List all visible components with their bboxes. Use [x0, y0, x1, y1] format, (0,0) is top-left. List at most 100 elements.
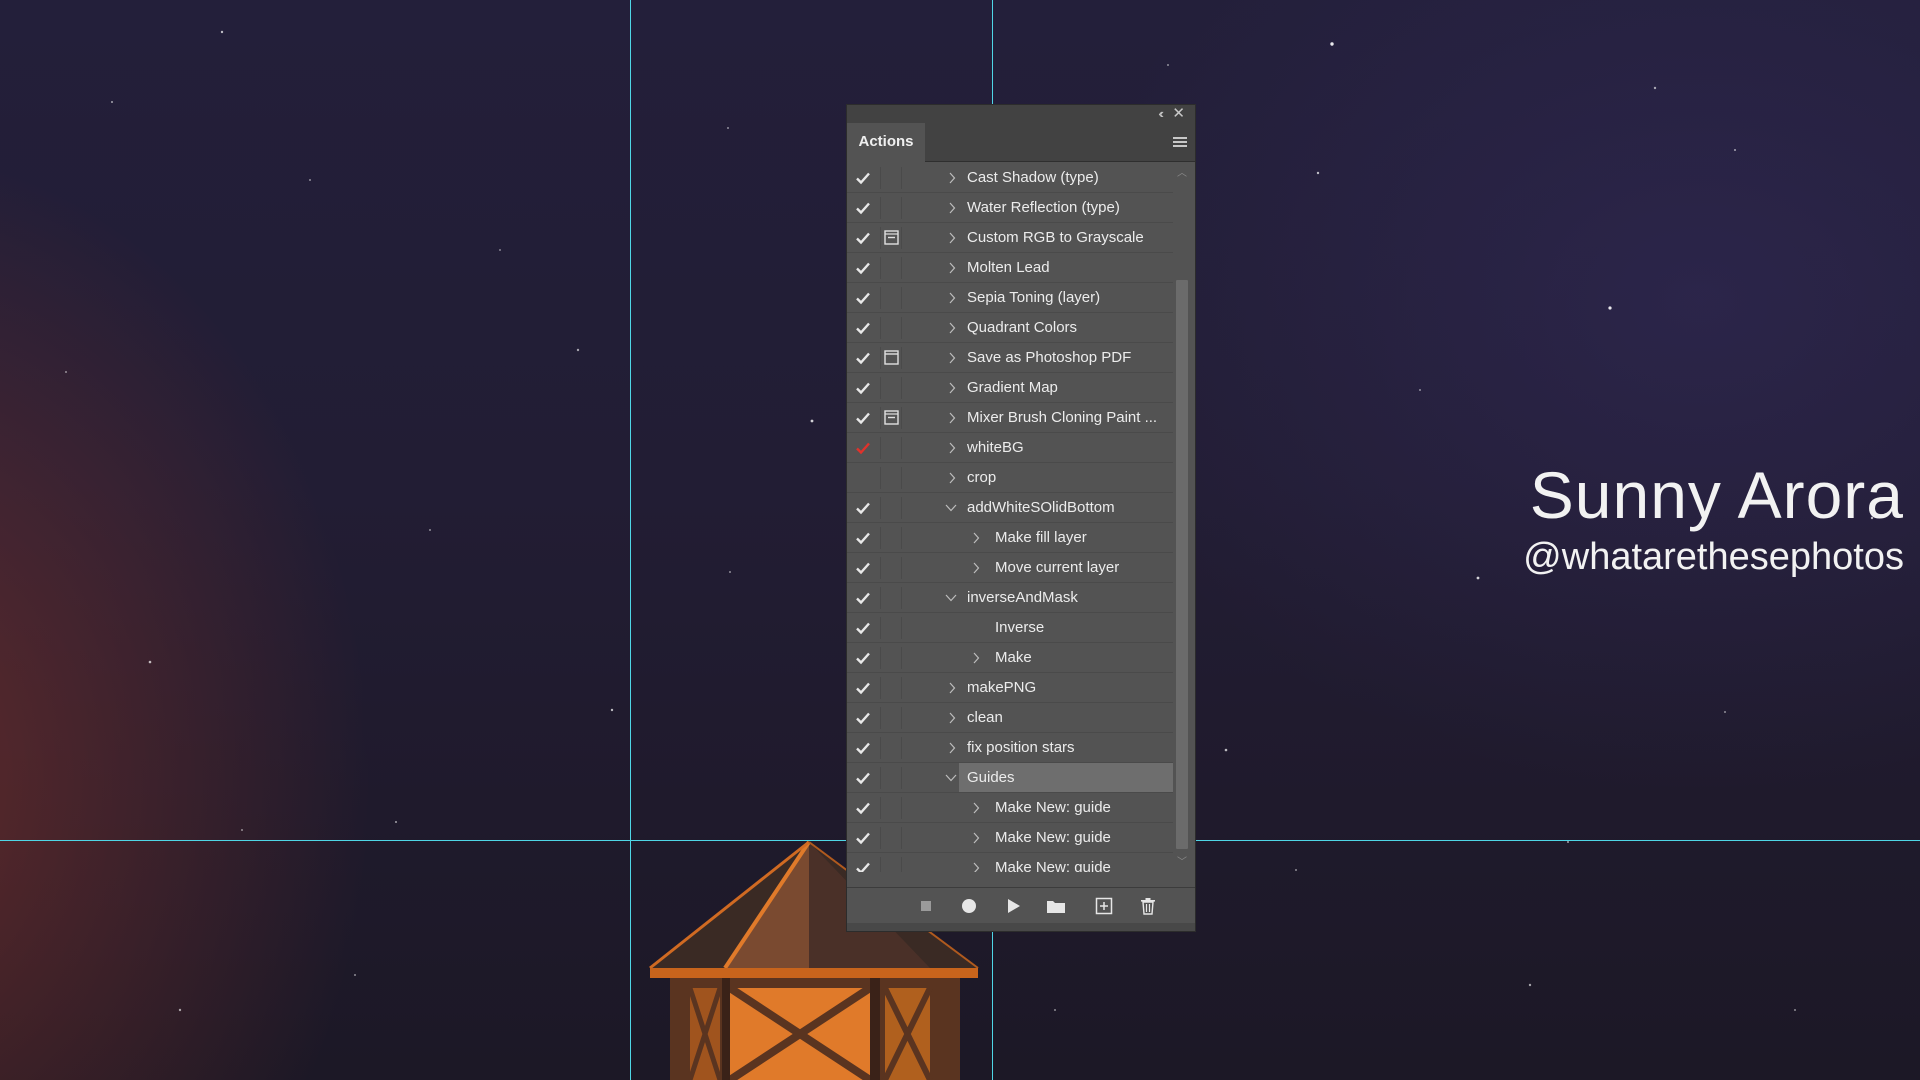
toggle-item-checkbox[interactable]	[855, 320, 871, 336]
tab-actions[interactable]: Actions	[847, 123, 925, 162]
toggle-item-checkbox[interactable]	[855, 260, 871, 276]
toggle-item-checkbox[interactable]	[855, 380, 871, 396]
delete-button[interactable]	[1137, 896, 1159, 916]
toggle-dialog-box[interactable]	[880, 377, 902, 399]
toggle-dialog-box[interactable]	[880, 347, 902, 369]
toggle-dialog-box[interactable]	[880, 797, 902, 819]
chevron-right-icon[interactable]	[947, 681, 957, 695]
toggle-dialog-box[interactable]	[880, 467, 902, 489]
toggle-item-checkbox[interactable]	[855, 530, 871, 546]
action-row[interactable]: Custom RGB to Grayscale	[847, 223, 1173, 253]
action-row[interactable]: Make New: guide	[847, 853, 1173, 872]
collapse-icon[interactable]: ‹‹	[1158, 106, 1163, 122]
toggle-item-checkbox[interactable]	[855, 350, 871, 366]
toggle-dialog-box[interactable]	[880, 317, 902, 339]
action-row[interactable]: fix position stars	[847, 733, 1173, 763]
scrollbar-thumb[interactable]	[1176, 280, 1188, 849]
chevron-right-icon[interactable]	[947, 471, 957, 485]
toggle-dialog-box[interactable]	[880, 767, 902, 789]
action-row[interactable]: inverseAndMask	[847, 583, 1173, 613]
chevron-right-icon[interactable]	[971, 531, 981, 545]
toggle-dialog-box[interactable]	[880, 677, 902, 699]
toggle-dialog-box[interactable]	[880, 287, 902, 309]
action-row[interactable]: clean	[847, 703, 1173, 733]
panel-menu-icon[interactable]	[1173, 137, 1187, 148]
chevron-down-icon[interactable]	[944, 501, 958, 515]
close-icon[interactable]: ✕	[1172, 105, 1185, 122]
scroll-down-icon[interactable]: ﹀	[1177, 858, 1187, 868]
toggle-dialog-box[interactable]	[880, 737, 902, 759]
toggle-dialog-box[interactable]	[880, 497, 902, 519]
toggle-item-checkbox[interactable]	[855, 500, 871, 516]
toggle-item-checkbox[interactable]	[855, 230, 871, 246]
toggle-dialog-box[interactable]	[880, 227, 902, 249]
toggle-item-checkbox[interactable]	[855, 740, 871, 756]
action-row[interactable]: Make New: guide	[847, 823, 1173, 853]
toggle-item-checkbox[interactable]	[855, 680, 871, 696]
toggle-dialog-box[interactable]	[880, 647, 902, 669]
toggle-item-checkbox[interactable]	[855, 410, 871, 426]
chevron-right-icon[interactable]	[947, 711, 957, 725]
action-row[interactable]: Inverse	[847, 613, 1173, 643]
action-row[interactable]: Sepia Toning (layer)	[847, 283, 1173, 313]
action-row[interactable]: Make New: guide	[847, 793, 1173, 823]
toggle-dialog-box[interactable]	[880, 407, 902, 429]
action-row[interactable]: Quadrant Colors	[847, 313, 1173, 343]
action-row[interactable]: Save as Photoshop PDF	[847, 343, 1173, 373]
toggle-item-checkbox[interactable]	[855, 290, 871, 306]
toggle-item-checkbox[interactable]	[855, 650, 871, 666]
action-row[interactable]: whiteBG	[847, 433, 1173, 463]
toggle-dialog-box[interactable]	[880, 527, 902, 549]
chevron-right-icon[interactable]	[947, 291, 957, 305]
action-row[interactable]: Cast Shadow (type)	[847, 163, 1173, 193]
toggle-dialog-box[interactable]	[880, 167, 902, 189]
toggle-item-checkbox[interactable]	[855, 440, 871, 456]
chevron-right-icon[interactable]	[947, 231, 957, 245]
action-row[interactable]: addWhiteSOlidBottom	[847, 493, 1173, 523]
action-row[interactable]: Make	[847, 643, 1173, 673]
chevron-right-icon[interactable]	[971, 651, 981, 665]
chevron-down-icon[interactable]	[944, 771, 958, 785]
chevron-right-icon[interactable]	[971, 831, 981, 845]
toggle-item-checkbox[interactable]	[855, 710, 871, 726]
toggle-item-checkbox[interactable]	[855, 800, 871, 816]
toggle-item-checkbox[interactable]	[855, 170, 871, 186]
toggle-dialog-box[interactable]	[880, 857, 902, 872]
panel-title-bar[interactable]: ‹‹ ✕	[847, 105, 1195, 124]
chevron-right-icon[interactable]	[947, 171, 957, 185]
toggle-item-checkbox[interactable]	[855, 560, 871, 576]
actions-scrollbar[interactable]: ︿ ﹀	[1175, 163, 1189, 872]
chevron-right-icon[interactable]	[947, 741, 957, 755]
toggle-dialog-box[interactable]	[880, 437, 902, 459]
chevron-right-icon[interactable]	[947, 411, 957, 425]
new-set-button[interactable]	[1045, 896, 1067, 916]
new-action-button[interactable]	[1093, 896, 1115, 916]
scroll-up-icon[interactable]: ︿	[1177, 169, 1187, 179]
toggle-item-checkbox[interactable]	[855, 620, 871, 636]
toggle-item-checkbox[interactable]	[855, 770, 871, 786]
action-row[interactable]: crop	[847, 463, 1173, 493]
toggle-dialog-box[interactable]	[880, 197, 902, 219]
chevron-right-icon[interactable]	[947, 321, 957, 335]
play-button[interactable]	[1002, 896, 1024, 916]
chevron-right-icon[interactable]	[947, 261, 957, 275]
chevron-right-icon[interactable]	[947, 351, 957, 365]
action-row[interactable]: Make fill layer	[847, 523, 1173, 553]
record-button[interactable]	[958, 896, 980, 916]
chevron-right-icon[interactable]	[947, 381, 957, 395]
action-row[interactable]: Gradient Map	[847, 373, 1173, 403]
action-row[interactable]: Mixer Brush Cloning Paint ...	[847, 403, 1173, 433]
toggle-dialog-box[interactable]	[880, 557, 902, 579]
chevron-right-icon[interactable]	[947, 441, 957, 455]
toggle-item-checkbox[interactable]	[855, 830, 871, 846]
toggle-item-checkbox[interactable]	[855, 860, 871, 872]
toggle-item-checkbox[interactable]	[855, 200, 871, 216]
toggle-dialog-box[interactable]	[880, 257, 902, 279]
panel-resize-grip[interactable]	[847, 923, 1195, 931]
chevron-right-icon[interactable]	[971, 861, 981, 872]
toggle-item-checkbox[interactable]	[855, 590, 871, 606]
action-row[interactable]: Guides	[847, 763, 1173, 793]
toggle-item-checkbox[interactable]	[855, 470, 871, 486]
chevron-right-icon[interactable]	[971, 801, 981, 815]
toggle-dialog-box[interactable]	[880, 587, 902, 609]
